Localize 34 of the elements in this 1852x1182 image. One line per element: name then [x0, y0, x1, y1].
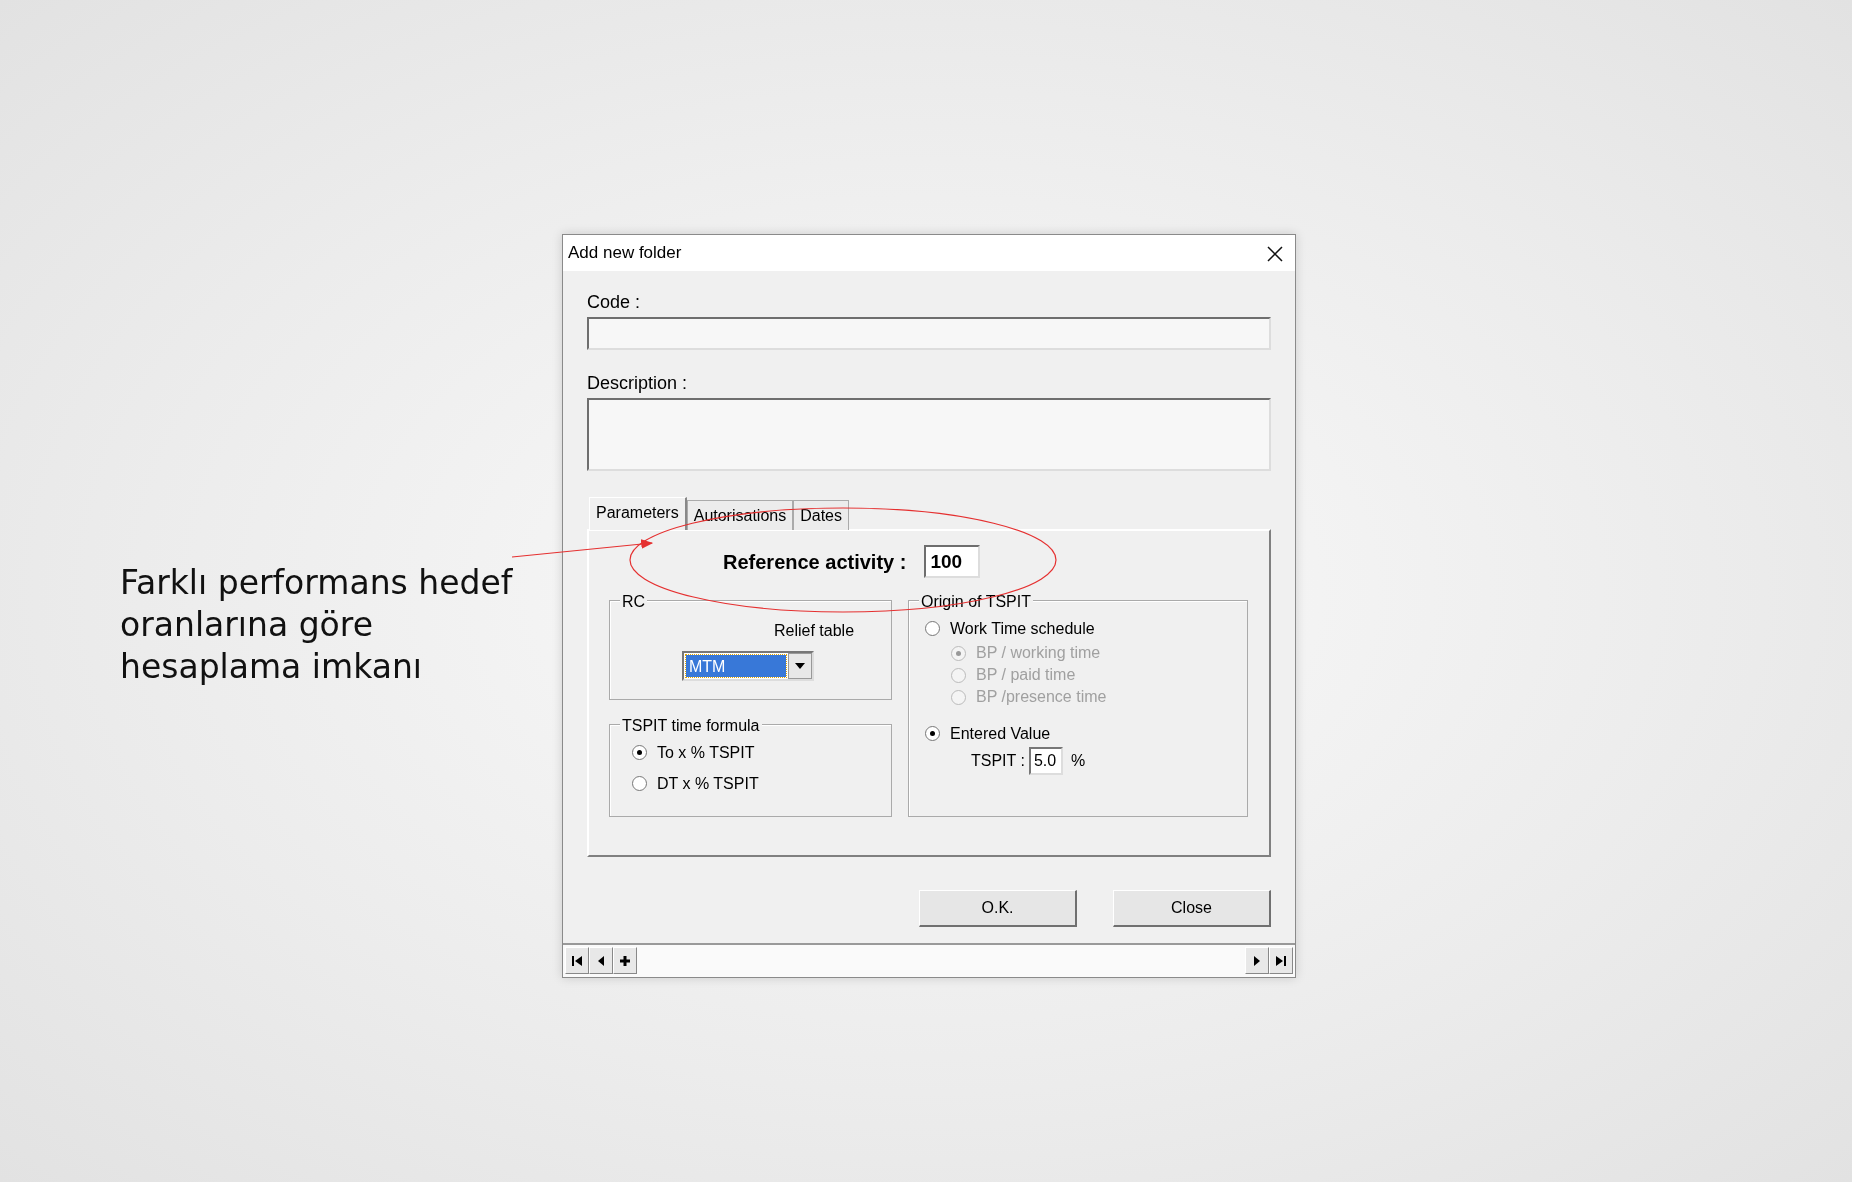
tab[interactable]: Parameters	[589, 497, 687, 530]
radio-label: BP /presence time	[976, 687, 1107, 707]
previous-record-icon[interactable]	[589, 947, 613, 974]
annotation-text: Farklı performans hedef oranlarına göre hesaplama imkanı	[120, 562, 514, 688]
radio-label: BP / paid time	[976, 665, 1076, 685]
input-field[interactable]	[587, 317, 1271, 350]
last-record-icon[interactable]	[1269, 947, 1293, 974]
unit-label: %	[1070, 751, 1086, 771]
radio-button[interactable]	[632, 745, 647, 760]
add-record-icon[interactable]	[613, 947, 637, 974]
radio-label: Work Time schedule	[950, 618, 1095, 639]
dropdown-value: MTM	[686, 655, 786, 677]
radio-label: BP / working time	[976, 643, 1101, 663]
field-label: Relief table	[774, 621, 856, 641]
radio-button[interactable]	[632, 776, 647, 791]
tab[interactable]: Dates	[793, 500, 849, 530]
radio-button[interactable]	[925, 726, 940, 741]
dialog-button[interactable]: Close	[1113, 890, 1271, 927]
next-record-icon[interactable]	[1245, 947, 1269, 974]
radio-button[interactable]	[925, 621, 940, 636]
field-label: Description :	[587, 372, 689, 395]
text-area[interactable]	[587, 398, 1271, 471]
radio-label: DT x % TSPIT	[657, 773, 759, 794]
input-field[interactable]: 5.0	[1028, 747, 1063, 775]
input-field[interactable]: 100	[924, 545, 981, 578]
dropdown[interactable]: MTM	[682, 651, 814, 681]
field-label: Reference activity :	[723, 549, 907, 575]
radio-label: To x % TSPIT	[657, 742, 755, 763]
field-label: TSPIT :	[971, 751, 1025, 771]
radio-label: Entered Value	[950, 723, 1051, 744]
field-label: Code :	[587, 291, 642, 314]
dialog-button[interactable]: O.K.	[919, 890, 1077, 927]
window-title: Add new folder	[568, 242, 682, 265]
first-record-icon[interactable]	[565, 947, 589, 974]
